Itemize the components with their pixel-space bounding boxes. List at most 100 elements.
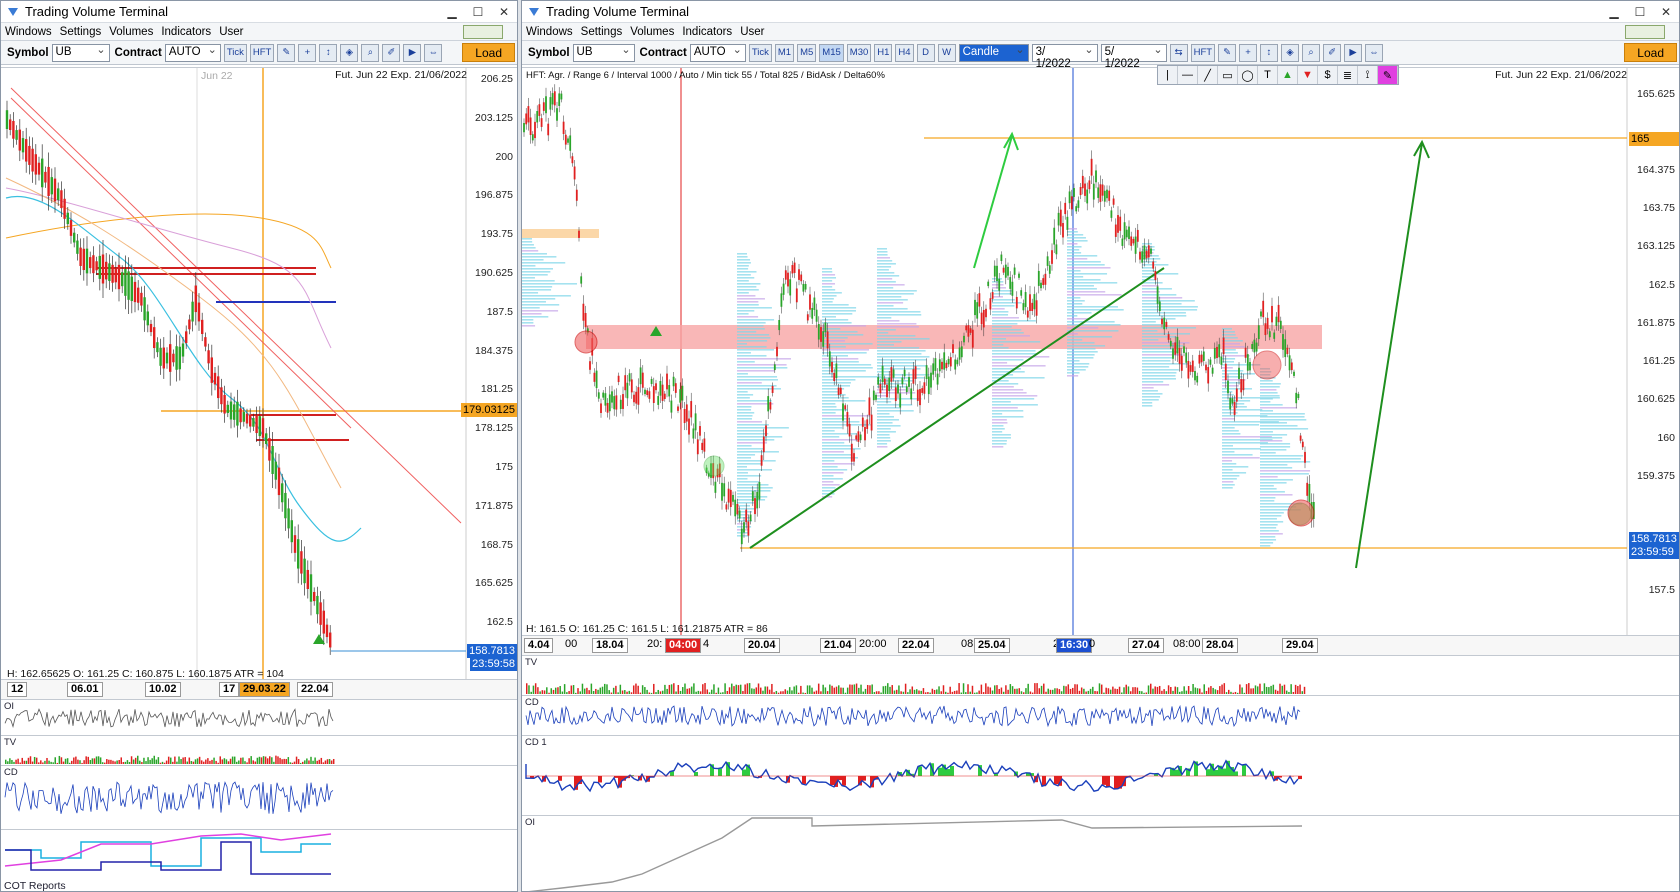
volume-profile-bar <box>1260 521 1284 523</box>
date-from-picker[interactable]: 3/ 1/2022 <box>1031 43 1098 70</box>
symbol-select[interactable]: UB <box>572 43 635 62</box>
close-icon[interactable]: ✕ <box>491 5 517 19</box>
pen-icon[interactable]: ✎ <box>1218 43 1237 62</box>
left-cot-pane[interactable]: COT Reports <box>1 829 517 891</box>
zoom-icon[interactable]: ⌕ <box>361 43 380 62</box>
minimize-icon[interactable]: ▁ <box>439 5 465 19</box>
volume-bar <box>62 761 65 764</box>
right-price-pane[interactable]: HFT: Agr. / Range 6 / Interval 1000 / Au… <box>522 67 1680 635</box>
load-button[interactable]: Load <box>462 43 515 62</box>
tf-m5-button[interactable]: M5 <box>797 43 817 62</box>
brush-icon[interactable]: ✐ <box>382 43 401 62</box>
menu-settings[interactable]: Settings <box>60 26 102 38</box>
candle-body <box>800 274 803 282</box>
volume-bar <box>864 688 867 694</box>
volume-bar <box>54 757 56 764</box>
tf-d-button[interactable]: D <box>916 43 935 62</box>
sync-icon[interactable] <box>463 25 503 39</box>
menu-settings[interactable]: Settings <box>581 26 623 38</box>
color-picker-icon[interactable]: ✎ <box>1378 66 1398 84</box>
contract-select[interactable]: AUTO <box>689 43 746 62</box>
menu-volumes[interactable]: Volumes <box>630 26 674 38</box>
left-chart-window[interactable]: Trading Volume Terminal ▁ ☐ ✕ Windows Se… <box>0 0 518 892</box>
vertical-scale-icon[interactable]: ↕ <box>319 43 338 62</box>
crosshair-icon[interactable]: + <box>1239 43 1258 62</box>
marker-icon[interactable]: ⟟ <box>1358 66 1378 84</box>
right-cd-pane[interactable]: CD <box>522 695 1679 735</box>
right-titlebar[interactable]: Trading Volume Terminal ▁ ☐ ✕ <box>522 1 1679 23</box>
tf-w-button[interactable]: W <box>937 43 956 62</box>
dollar-icon[interactable]: $ <box>1318 66 1338 84</box>
ruler-icon[interactable]: ≣ <box>1338 66 1358 84</box>
fit-icon[interactable]: ⇔ <box>1365 43 1384 62</box>
right-cd1-pane[interactable]: CD 1 <box>522 735 1679 815</box>
contract-select[interactable]: AUTO <box>164 43 221 62</box>
right-oi-pane[interactable]: OI <box>522 815 1679 891</box>
hft-button[interactable]: HFT <box>1190 43 1216 62</box>
play-icon[interactable]: ▶ <box>403 43 422 62</box>
price-axis-label: 157.5 <box>1648 584 1675 596</box>
tf-m1-button[interactable]: M1 <box>774 43 795 62</box>
left-cd-pane[interactable]: CD <box>1 765 517 829</box>
left-tv-pane[interactable]: TV <box>1 735 517 765</box>
menu-indicators[interactable]: Indicators <box>161 26 211 38</box>
vertical-line-icon[interactable]: | <box>1158 66 1178 84</box>
right-chart-window[interactable]: Trading Volume Terminal ▁ ☐ ✕ Windows Se… <box>521 0 1680 892</box>
candle-body <box>137 287 140 303</box>
left-titlebar[interactable]: Trading Volume Terminal ▁ ☐ ✕ <box>1 1 517 23</box>
sync-icon[interactable] <box>1625 25 1665 39</box>
text-icon[interactable]: T <box>1258 66 1278 84</box>
maximize-icon[interactable]: ☐ <box>1627 5 1653 19</box>
crosshair-icon[interactable]: + <box>298 43 317 62</box>
menu-user[interactable]: User <box>219 26 243 38</box>
volume-profile-bar <box>522 316 549 318</box>
price-axis-label: 163.125 <box>1637 240 1675 252</box>
maximize-icon[interactable]: ☐ <box>465 5 491 19</box>
right-tv-pane[interactable]: TV <box>522 655 1679 695</box>
horizontal-line-icon[interactable]: — <box>1178 66 1198 84</box>
trend-line-icon[interactable]: ╱ <box>1198 66 1218 84</box>
play-icon[interactable]: ▶ <box>1344 43 1363 62</box>
close-icon[interactable]: ✕ <box>1653 5 1679 19</box>
tf-m15-button[interactable]: M15 <box>819 43 844 62</box>
tf-h1-button[interactable]: H1 <box>874 43 893 62</box>
tf-tick-button[interactable]: Tick <box>748 43 772 62</box>
fit-icon[interactable]: ⇔ <box>424 43 443 62</box>
rectangle-icon[interactable]: ▭ <box>1218 66 1238 84</box>
load-button[interactable]: Load <box>1624 43 1677 62</box>
vertical-scale-icon[interactable]: ↕ <box>1260 43 1279 62</box>
center-icon[interactable]: ◈ <box>1281 43 1300 62</box>
center-icon[interactable]: ◈ <box>340 43 359 62</box>
menu-user[interactable]: User <box>740 26 764 38</box>
left-oi-pane[interactable]: OI <box>1 699 517 735</box>
minimize-icon[interactable]: ▁ <box>1601 5 1627 19</box>
menu-indicators[interactable]: Indicators <box>682 26 732 38</box>
arrow-up-icon[interactable]: ▲ <box>1278 66 1298 84</box>
menu-windows[interactable]: Windows <box>5 26 52 38</box>
right-price-chart[interactable] <box>522 68 1680 635</box>
chart-type-select[interactable]: Candle <box>958 43 1029 62</box>
candle-body <box>1081 175 1084 189</box>
brush-icon[interactable]: ✐ <box>1323 43 1342 62</box>
arrow-down-icon[interactable]: ▼ <box>1298 66 1318 84</box>
zoom-icon[interactable]: ⌕ <box>1302 43 1321 62</box>
ellipse-icon[interactable]: ◯ <box>1238 66 1258 84</box>
pen-icon[interactable]: ✎ <box>277 43 296 62</box>
candle-body <box>945 362 948 369</box>
volume-bar <box>1303 686 1306 694</box>
cd-histogram-bar <box>1222 768 1226 776</box>
tf-h4-button[interactable]: H4 <box>895 43 914 62</box>
date-to-picker[interactable]: 5/ 1/2022 <box>1100 43 1167 70</box>
tick-button[interactable]: Tick <box>223 43 247 62</box>
arrows-icon[interactable]: ⇆ <box>1169 43 1188 62</box>
left-price-pane[interactable]: Fut. Jun 22 Exp. 21/06/2022 Jun 22 H: 16… <box>1 67 518 679</box>
hft-button[interactable]: HFT <box>249 43 275 62</box>
volume-profile-bar <box>522 250 539 252</box>
menu-volumes[interactable]: Volumes <box>109 26 153 38</box>
left-price-chart[interactable] <box>1 68 518 679</box>
menu-windows[interactable]: Windows <box>526 26 573 38</box>
volume-profile-bar <box>822 418 850 420</box>
trend-line <box>10 87 462 524</box>
tf-m30-button[interactable]: M30 <box>846 43 872 62</box>
symbol-select[interactable]: UB <box>51 43 110 62</box>
